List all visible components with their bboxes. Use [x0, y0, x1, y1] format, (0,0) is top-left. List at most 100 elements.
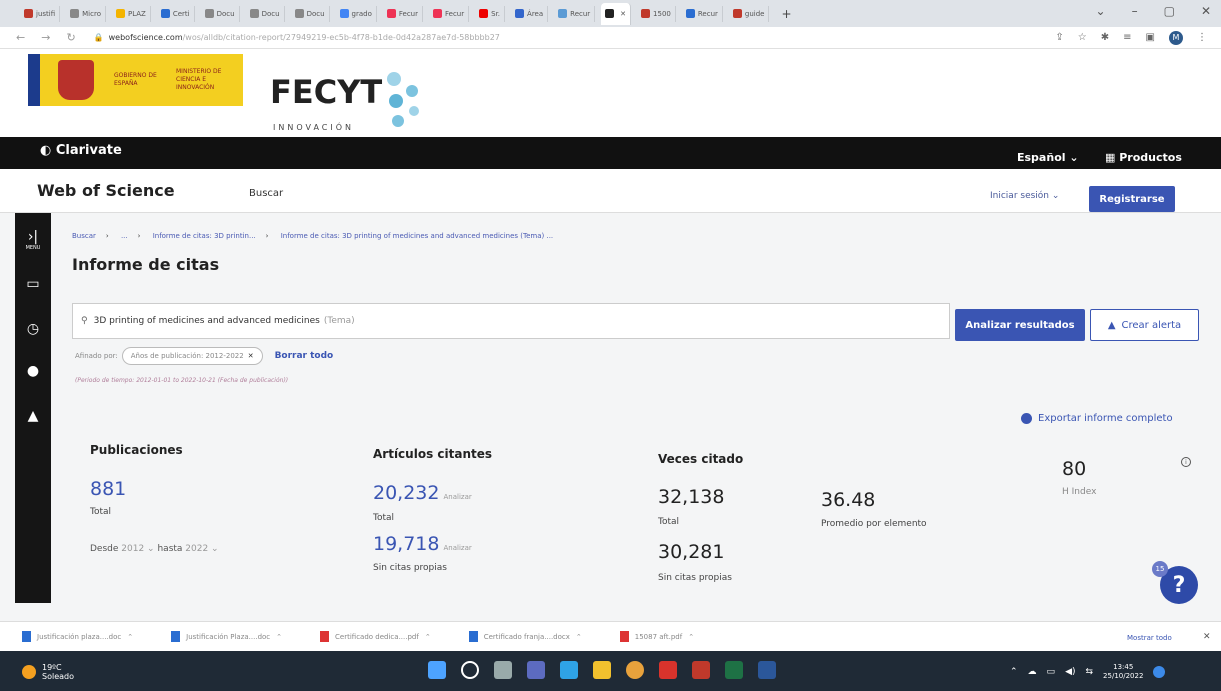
browser-tab[interactable]: Docu [201, 5, 240, 22]
clock[interactable]: 13:45 25/10/2022 [1103, 663, 1143, 681]
browser-tab[interactable]: guide [729, 5, 770, 22]
analyze-link[interactable]: Analizar [443, 493, 471, 501]
show-all-downloads-link[interactable]: Mostrar todo [1127, 634, 1172, 642]
register-button[interactable]: Registrarse [1089, 186, 1175, 212]
create-alert-button[interactable]: ▲ Crear alerta [1090, 309, 1199, 341]
user-icon[interactable]: ● [15, 363, 51, 379]
fecyt-subtitle: INNOVACIÓN [273, 123, 355, 132]
analyze-results-button[interactable]: Analizar resultados [955, 309, 1085, 341]
minimize-icon[interactable]: – [1132, 4, 1138, 18]
download-item[interactable]: Justificación plaza....doc ⌃ [22, 631, 133, 642]
acrobat-icon[interactable] [692, 661, 710, 679]
browser-tab[interactable]: 1500 [637, 5, 676, 22]
breadcrumb-item[interactable]: Buscar [72, 232, 96, 240]
forward-icon[interactable]: → [41, 31, 50, 44]
browser-tab[interactable]: Docu [291, 5, 330, 22]
edge-icon[interactable] [560, 661, 578, 679]
language-selector[interactable]: Español ⌄ [1017, 151, 1079, 164]
word-icon[interactable] [758, 661, 776, 679]
windows-start-icon[interactable] [428, 661, 446, 679]
network-icon[interactable]: ▭ [1047, 667, 1056, 677]
office-icon[interactable] [659, 661, 677, 679]
citing-total-label: Total [373, 513, 395, 523]
share-icon[interactable]: ⇪ [1055, 32, 1063, 43]
products-menu[interactable]: ▦ Productos [1105, 151, 1182, 164]
chevron-up-icon[interactable]: ⌃ [576, 633, 582, 641]
reading-list-icon[interactable]: ≡ [1123, 32, 1131, 43]
folder-icon[interactable]: ▭ [15, 276, 51, 292]
browser-tab[interactable]: Docu [246, 5, 285, 22]
star-icon[interactable]: ☆ [1078, 32, 1087, 43]
chrome-icon[interactable] [626, 661, 644, 679]
clear-all-link[interactable]: Borrar todo [275, 351, 334, 361]
wos-logo[interactable]: Web of Science [37, 181, 175, 200]
cloud-icon[interactable]: ☁ [1028, 667, 1037, 677]
browser-tab-active[interactable]: ✕ [601, 2, 632, 25]
search-nav-link[interactable]: Buscar [249, 188, 283, 199]
browser-tab[interactable]: grado [336, 5, 377, 22]
notification-icon[interactable] [1153, 666, 1166, 678]
weather-widget[interactable]: 19ºC Soleado [22, 663, 74, 681]
excel-icon[interactable] [725, 661, 743, 679]
citing-self-value[interactable]: 19,718 Analizar [373, 533, 472, 555]
download-item[interactable]: Certificado franja....docx ⌃ [468, 631, 582, 642]
browser-tab[interactable]: Sr. [475, 5, 506, 22]
new-tab-button[interactable]: + [781, 7, 791, 21]
browser-tab[interactable]: Recur [554, 5, 596, 22]
document-icon [160, 9, 170, 18]
browser-tab[interactable]: Área [511, 5, 549, 22]
reload-icon[interactable]: ↻ [66, 31, 75, 44]
download-item[interactable]: Certificado dedica....pdf ⌃ [320, 631, 431, 642]
search-query-box[interactable]: ⚲ 3D printing of medicines and advanced … [72, 303, 950, 339]
task-view-icon[interactable] [494, 661, 512, 679]
export-report-link[interactable]: Exportar informe completo [1021, 413, 1173, 424]
expand-menu-icon[interactable]: ›| MENU [15, 229, 51, 251]
clarivate-logo[interactable]: ◐ Clarivate [40, 143, 122, 158]
close-icon[interactable]: ✕ [620, 10, 626, 18]
file-explorer-icon[interactable] [593, 661, 611, 679]
chevron-up-icon[interactable]: ⌃ [425, 633, 431, 641]
publications-value[interactable]: 881 [90, 478, 126, 500]
sync-icon[interactable]: ⇆ [1086, 667, 1094, 677]
taskbar-apps [428, 661, 776, 679]
analyze-link[interactable]: Analizar [443, 544, 471, 552]
volume-icon[interactable]: ◀) [1065, 667, 1075, 677]
browser-tab[interactable]: justifi [20, 5, 61, 22]
chevron-down-icon[interactable]: ⌄ [1096, 4, 1106, 18]
info-icon[interactable]: i [1181, 457, 1191, 467]
download-item[interactable]: 15087 aft.pdf ⌃ [619, 631, 694, 642]
from-year-select[interactable]: 2012 ⌄ [121, 544, 154, 554]
browser-tab[interactable]: Fecur [429, 5, 470, 22]
teams-icon[interactable] [527, 661, 545, 679]
browser-tab[interactable]: PLAZ [112, 5, 151, 22]
download-item[interactable]: Justificación Plaza....doc ⌃ [171, 631, 282, 642]
close-icon[interactable]: ✕ [1203, 632, 1211, 642]
url-field[interactable]: webofscience.com/wos/alldb/citation-repo… [109, 33, 1056, 42]
to-year-select[interactable]: 2022 ⌄ [185, 544, 218, 554]
search-icon[interactable] [461, 661, 479, 679]
close-window-icon[interactable]: ✕ [1201, 4, 1211, 18]
chevron-up-icon[interactable]: ⌃ [688, 633, 694, 641]
maximize-icon[interactable]: ▢ [1164, 4, 1175, 18]
chevron-up-icon[interactable]: ⌃ [1010, 667, 1018, 677]
cited-self-value: 30,281 [658, 541, 725, 563]
profile-avatar[interactable]: M [1169, 30, 1183, 45]
extensions-icon[interactable]: ✱ [1101, 32, 1109, 43]
browser-tab[interactable]: Micro [66, 5, 106, 22]
history-icon[interactable]: ◷ [15, 321, 51, 337]
browser-tab[interactable]: Recur [682, 5, 723, 22]
browser-tab[interactable]: Fecur [383, 5, 423, 22]
sidepanel-icon[interactable]: ▣ [1146, 32, 1155, 43]
citing-total-value[interactable]: 20,232 Analizar [373, 482, 472, 504]
kebab-menu-icon[interactable]: ⋮ [1197, 32, 1207, 43]
close-icon[interactable]: ✕ [248, 352, 254, 360]
chevron-up-icon[interactable]: ⌃ [127, 633, 133, 641]
bell-icon[interactable]: ▲ [15, 408, 51, 424]
back-icon[interactable]: ← [16, 31, 25, 44]
browser-tab[interactable]: Certi [157, 5, 195, 22]
filter-chip[interactable]: Años de publicación: 2012-2022 ✕ [121, 347, 263, 365]
chevron-up-icon[interactable]: ⌃ [276, 633, 282, 641]
breadcrumb-item[interactable]: Informe de citas: 3D printin... [153, 232, 256, 240]
breadcrumb-item[interactable]: ... [121, 232, 128, 240]
login-link[interactable]: Iniciar sesión ⌄ [990, 191, 1059, 201]
